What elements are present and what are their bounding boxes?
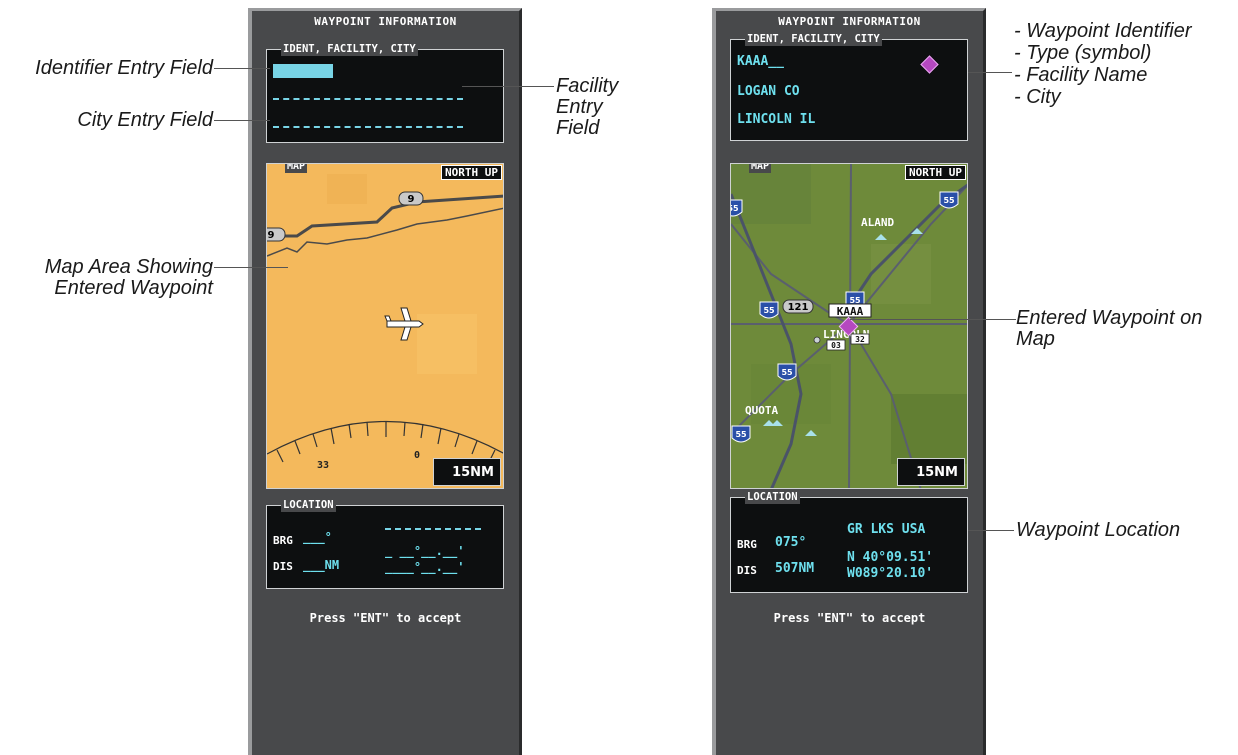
- map-label-aland: ALAND: [861, 216, 894, 229]
- brg-value: 075°: [775, 535, 807, 550]
- svg-text:33: 33: [317, 460, 329, 471]
- location-label: LOCATION: [745, 490, 800, 504]
- waypoint-type-symbol: [920, 55, 939, 74]
- brg-value: ___°: [303, 530, 332, 544]
- panel-title: WAYPOINT INFORMATION: [778, 15, 921, 28]
- leader-line: [462, 86, 554, 87]
- interstate-shield: 55: [731, 199, 743, 217]
- longitude-value: W089°20.10': [847, 566, 934, 581]
- map-range[interactable]: 15NM: [433, 458, 501, 486]
- city-entry-field[interactable]: [273, 126, 463, 128]
- right-waypoint-panel: WAYPOINT INFORMATION IDENT, FACILITY, CI…: [712, 8, 986, 755]
- route-marker: 9: [398, 191, 424, 206]
- map-range[interactable]: 15NM: [897, 458, 965, 486]
- leader-line: [214, 120, 270, 121]
- north-up-indicator[interactable]: NORTH UP: [441, 165, 502, 180]
- dis-label: DIS: [273, 560, 293, 573]
- svg-text:55: 55: [763, 306, 775, 315]
- press-ent-prompt: Press "ENT" to accept: [309, 611, 462, 625]
- map-label: MAP: [285, 163, 308, 173]
- svg-text:121: 121: [788, 302, 809, 313]
- leader-line: [214, 267, 288, 268]
- svg-text:55: 55: [781, 368, 793, 377]
- svg-text:55: 55: [735, 430, 747, 439]
- interstate-shield: 55: [731, 425, 751, 443]
- svg-text:32: 32: [855, 335, 865, 344]
- leader-line: [968, 72, 1012, 73]
- brg-label: BRG: [273, 534, 293, 547]
- right-map-graphics: 55 55 55 55 55 55: [731, 164, 967, 488]
- north-up-indicator[interactable]: NORTH UP: [905, 165, 966, 180]
- facility-entry-field[interactable]: [273, 98, 463, 100]
- ident-facility-city-box: IDENT, FACILITY, CITY: [266, 42, 504, 143]
- dis-value: ___NM: [303, 558, 340, 572]
- svg-text:9: 9: [408, 194, 415, 205]
- left-waypoint-panel: WAYPOINT INFORMATION IDENT, FACILITY, CI…: [248, 8, 522, 755]
- callout-entered-waypoint: Entered Waypoint on Map: [1016, 307, 1203, 350]
- ident-facility-city-box: IDENT, FACILITY, CITY KAAA__ LOGAN CO LI…: [730, 32, 968, 141]
- leader-line: [214, 68, 270, 69]
- leader-line: [850, 319, 1016, 320]
- ident-box-label: IDENT, FACILITY, CITY: [745, 32, 882, 46]
- svg-text:03: 03: [831, 341, 841, 350]
- airport-triangle-icon: [875, 234, 887, 240]
- latitude-value: _ __°__.__': [385, 544, 465, 558]
- callout-waypoint-info: - Waypoint Identifier - Type (symbol) - …: [1014, 20, 1192, 108]
- location-label: LOCATION: [281, 498, 336, 512]
- left-map-area[interactable]: MAP NORTH UP 9 9 33 0 15NM: [266, 163, 504, 489]
- region-value: GR LKS USA: [847, 522, 926, 537]
- location-box: LOCATION BRG 075° DIS 507NM GR LKS USA N…: [730, 490, 968, 593]
- map-label: MAP: [749, 163, 772, 173]
- dis-value: 507NM: [775, 561, 815, 576]
- left-map-graphics: 9 9 33 0: [267, 174, 503, 471]
- identifier-entry-field[interactable]: [273, 64, 333, 78]
- press-ent-prompt: Press "ENT" to accept: [773, 611, 926, 625]
- brg-label: BRG: [737, 538, 757, 551]
- callout-map-area: Map Area Showing Entered Waypoint: [44, 256, 213, 299]
- location-box: LOCATION BRG ___° DIS ___NM _ __°__.__' …: [266, 498, 504, 589]
- airport-triangle-icon: [805, 430, 817, 436]
- city-dot: [813, 336, 821, 344]
- callout-facility-entry: Facility Entry Field: [556, 75, 619, 139]
- svg-text:55: 55: [943, 196, 955, 205]
- interstate-shield: 55: [759, 301, 779, 319]
- svg-text:KAAA: KAAA: [837, 305, 864, 318]
- region-placeholder: [385, 528, 481, 530]
- latitude-value: N 40°09.51': [847, 550, 934, 565]
- route-marker: 9: [267, 227, 286, 242]
- route-marker-121: 121: [782, 299, 814, 314]
- dis-label: DIS: [737, 564, 757, 577]
- panel-title: WAYPOINT INFORMATION: [314, 15, 457, 28]
- facility-value[interactable]: LOGAN CO: [737, 84, 800, 99]
- interstate-shield: 55: [777, 363, 797, 381]
- svg-text:9: 9: [268, 230, 275, 241]
- identifier-value[interactable]: KAAA__: [737, 54, 784, 69]
- svg-text:55: 55: [731, 204, 739, 213]
- interstate-shield: 55: [939, 191, 959, 209]
- map-label-quota: QUOTA: [745, 404, 778, 417]
- leader-line: [968, 530, 1014, 531]
- ident-box-label: IDENT, FACILITY, CITY: [281, 42, 418, 56]
- callout-city-entry: City Entry Field: [77, 109, 213, 131]
- callout-identifier-entry: Identifier Entry Field: [35, 57, 213, 79]
- callout-waypoint-location: Waypoint Location: [1016, 519, 1181, 541]
- longitude-value: ____°__.__': [385, 560, 465, 574]
- city-value[interactable]: LINCOLN IL: [737, 112, 815, 127]
- svg-text:0: 0: [414, 450, 420, 461]
- right-map-area[interactable]: MAP NORTH UP 55 55 55 55 55 5 121 ALAND …: [730, 163, 968, 489]
